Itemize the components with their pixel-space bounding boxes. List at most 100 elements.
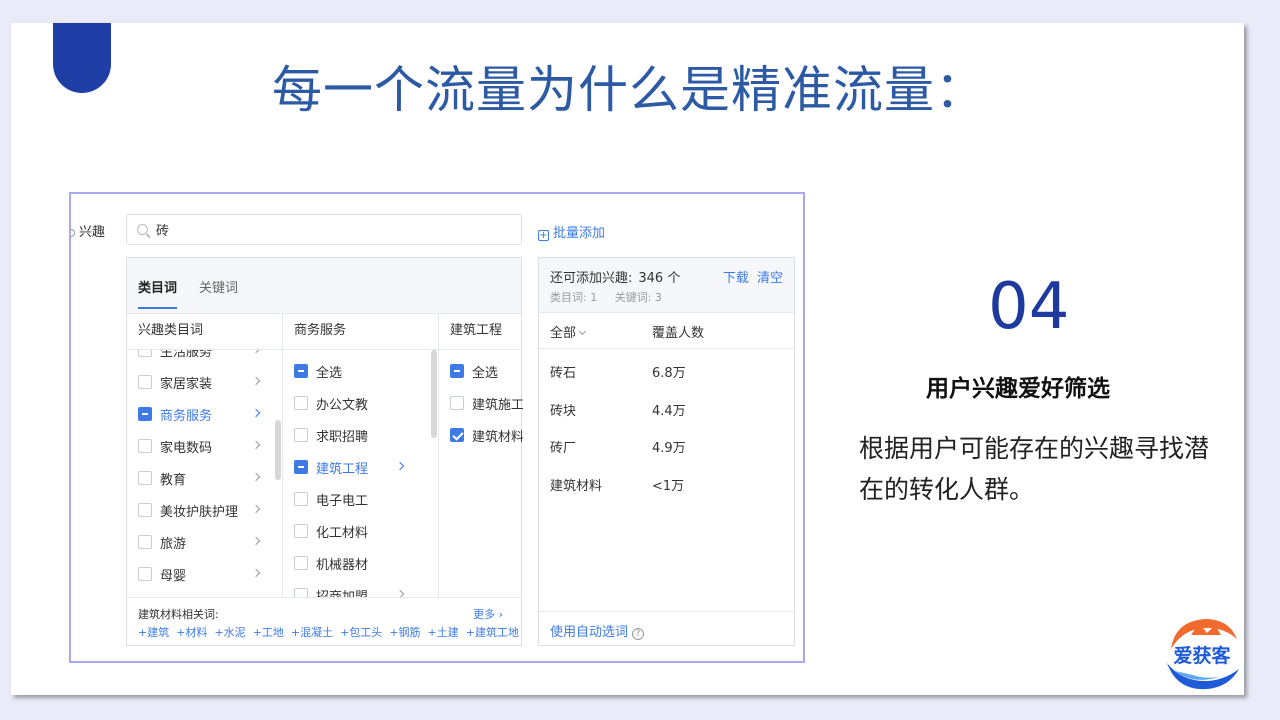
chevron-right-icon[interactable] <box>251 568 261 578</box>
chevron-right-icon[interactable] <box>251 376 261 386</box>
clear-link[interactable]: 清空 <box>757 271 783 286</box>
coverage-value: 4.9万 <box>652 441 686 456</box>
scrollbar[interactable] <box>275 420 281 480</box>
search-box[interactable] <box>126 214 522 245</box>
checkbox[interactable] <box>138 375 152 389</box>
checkbox[interactable] <box>138 535 152 549</box>
chevron-right-icon[interactable] <box>251 472 261 482</box>
checkbox-label: 建筑施工 <box>472 397 523 413</box>
checkbox[interactable] <box>294 588 308 597</box>
related-tag[interactable]: +包工头 <box>340 626 382 639</box>
interest-name: 砖块 <box>550 403 577 419</box>
checkbox[interactable] <box>294 428 308 442</box>
download-link[interactable]: 下载 <box>723 271 749 286</box>
section-description: 根据用户可能存在的兴趣寻找潜在的转化人群。 <box>859 434 1210 504</box>
checkbox-label: 建筑工程 <box>316 461 369 477</box>
checkbox-label: 教育 <box>160 472 187 488</box>
header-actions: 下载 清空 <box>719 267 783 286</box>
chevron-right-icon[interactable] <box>251 440 261 450</box>
interest-name: 砖厂 <box>550 441 577 456</box>
related-tag[interactable]: +混凝土 <box>291 626 333 639</box>
related-tag[interactable]: +土建 <box>428 626 459 639</box>
category-columns: 兴趣类目词 生活服务 家居家装 商务服务 家电数码 教育 美妆护肤护理 旅游 母婴 商务服务 … <box>127 314 523 597</box>
logo-brand-text: 爱获客 <box>1173 644 1231 667</box>
related-tag[interactable]: +钢筋 <box>389 626 420 639</box>
checkbox-label: 生活服务 <box>160 350 213 360</box>
checkbox[interactable] <box>450 364 464 378</box>
auto-select-link[interactable]: 使用自动选词? <box>550 621 645 640</box>
checkbox[interactable] <box>138 407 152 421</box>
checkbox-row[interactable]: 教育 <box>138 468 186 488</box>
related-tag[interactable]: +建筑 <box>138 626 169 639</box>
checkbox-row[interactable]: 母婴 <box>138 564 186 584</box>
tab-keywords[interactable]: 关键词 <box>199 277 238 296</box>
checkbox-row[interactable]: 求职招聘 <box>294 425 368 445</box>
scrollbar[interactable] <box>431 350 437 438</box>
help-icon[interactable]: ? <box>632 628 645 640</box>
checkbox[interactable] <box>138 350 152 357</box>
more-link[interactable]: 更多 › <box>473 606 503 622</box>
section-subheading: 用户兴趣爱好筛选 <box>926 376 1110 402</box>
checkbox-row[interactable]: 电子电工 <box>294 489 368 509</box>
radio-icon[interactable] <box>71 228 75 237</box>
checkbox[interactable] <box>450 396 464 410</box>
checkbox[interactable] <box>294 396 308 410</box>
chevron-right-icon[interactable] <box>251 504 261 514</box>
checkbox[interactable] <box>138 439 152 453</box>
selected-interest-row: 砖块 4.4万 <box>550 400 686 419</box>
checkbox-row[interactable]: 旅游 <box>138 532 186 552</box>
checkbox-row[interactable]: 美妆护肤护理 <box>138 500 238 520</box>
checkbox-label: 招商加盟 <box>316 589 369 598</box>
batch-add-button[interactable]: + 批量添加 <box>538 222 605 241</box>
checkbox[interactable] <box>138 471 152 485</box>
related-tag[interactable]: +水泥 <box>214 626 245 639</box>
checkbox-label: 求职招聘 <box>316 429 369 445</box>
coverage-column-header: 覆盖人数 <box>652 326 705 341</box>
filter-all-dropdown[interactable]: 全部 <box>550 322 587 341</box>
checkbox-row[interactable]: 招商加盟 <box>294 585 368 597</box>
tab-bar: 类目词 关键词 <box>127 258 521 314</box>
column-header: 兴趣类目词 <box>127 314 282 350</box>
related-title: 建筑材料相关词: <box>138 608 219 621</box>
checkbox[interactable] <box>294 524 308 538</box>
checkbox-row[interactable]: 建筑工程 <box>294 457 368 477</box>
checkbox-row[interactable]: 家居家装 <box>138 372 212 392</box>
checkbox-row[interactable]: 化工材料 <box>294 521 368 541</box>
checkbox[interactable] <box>138 567 152 581</box>
checkbox-row[interactable]: 全选 <box>450 361 498 381</box>
column-body: 全选建筑施工建筑材料 <box>439 350 523 597</box>
selected-footer: 使用自动选词? <box>539 611 794 645</box>
checkbox-row[interactable]: 生活服务 <box>138 350 212 360</box>
checkbox-row[interactable]: 全选 <box>294 361 342 381</box>
chevron-right-icon[interactable] <box>251 350 261 354</box>
checkbox[interactable] <box>294 364 308 378</box>
checkbox-label: 办公文教 <box>316 397 369 413</box>
checkbox-label: 旅游 <box>160 536 187 552</box>
search-input[interactable] <box>156 222 496 237</box>
checkbox[interactable] <box>294 556 308 570</box>
chevron-right-icon[interactable] <box>395 461 405 471</box>
column-business-services: 商务服务 全选 办公文教 求职招聘 建筑工程 电子电工 化工材料 机械器材 招商加盟 <box>283 314 439 597</box>
checkbox-row[interactable]: 家电数码 <box>138 436 212 456</box>
chevron-right-icon[interactable] <box>395 589 405 597</box>
checkbox[interactable] <box>294 492 308 506</box>
checkbox-row[interactable]: 商务服务 <box>138 404 212 424</box>
section-number: 04 <box>988 270 1070 344</box>
ui-screenshot: 兴趣 +批量添加 类目词 关键词 兴趣类目词 生活服务家居家装商务服务家电数码教… <box>69 192 805 663</box>
checkbox[interactable] <box>294 460 308 474</box>
related-tag[interactable]: +建筑工地 <box>466 626 519 639</box>
checkbox-row[interactable]: 建筑材料 <box>450 425 523 445</box>
chevron-right-icon[interactable] <box>251 536 261 546</box>
checkbox-row[interactable]: 建筑施工 <box>450 393 523 413</box>
related-tag[interactable]: +材料 <box>176 626 207 639</box>
interest-name: 砖石 <box>550 366 577 381</box>
column-header: 建筑工程 <box>439 314 523 350</box>
checkbox[interactable] <box>138 503 152 517</box>
chevron-right-icon[interactable] <box>251 408 261 418</box>
checkbox-row[interactable]: 机械器材 <box>294 553 368 573</box>
checkbox-row[interactable]: 办公文教 <box>294 393 368 413</box>
tab-category-words[interactable]: 类目词 <box>138 277 178 309</box>
checkbox[interactable] <box>450 428 464 442</box>
related-tag[interactable]: +工地 <box>253 626 284 639</box>
logo-small-text: AIHUOKE <box>1186 637 1218 644</box>
